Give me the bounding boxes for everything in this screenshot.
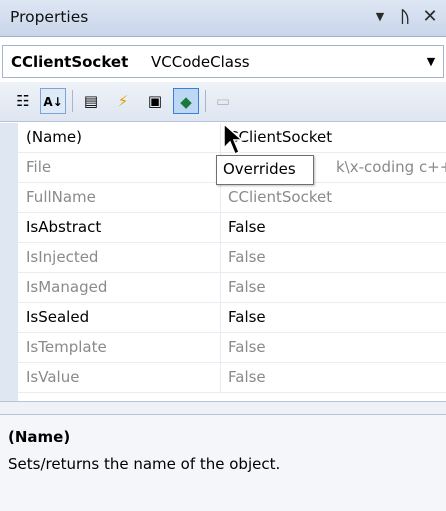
property-name: IsTemplate xyxy=(26,338,107,356)
alphabetical-icon[interactable]: A↓ xyxy=(40,88,66,114)
property-name: IsSealed xyxy=(26,308,90,326)
column-divider xyxy=(220,123,221,153)
grid-row-isabstract[interactable]: IsAbstract False xyxy=(18,213,446,243)
description-pane: (Name) Sets/returns the name of the obje… xyxy=(0,415,446,511)
property-name: File xyxy=(26,158,52,176)
pin-icon[interactable]: ᚢ xyxy=(395,6,415,28)
properties-titlebar: Properties ▼ ᚢ ✕ xyxy=(0,0,446,37)
property-name: FullName xyxy=(26,188,96,206)
property-value[interactable]: CClientSocket xyxy=(228,128,442,146)
object-selector[interactable]: CClientSocket VCCodeClass ▼ xyxy=(2,45,444,78)
property-name: IsAbstract xyxy=(26,218,102,236)
property-name: IsInjected xyxy=(26,248,99,266)
property-value[interactable]: False xyxy=(228,248,442,266)
property-value[interactable]: False xyxy=(228,308,442,326)
property-name: IsValue xyxy=(26,368,80,386)
object-name: CClientSocket xyxy=(11,53,129,71)
properties-icon[interactable]: ▤ xyxy=(78,88,104,114)
description-splitter[interactable] xyxy=(0,401,446,415)
description-title: (Name) xyxy=(8,428,71,446)
messages-icon[interactable]: ▣ xyxy=(142,88,168,114)
column-divider xyxy=(220,363,221,393)
property-value[interactable]: CClientSocket xyxy=(228,188,442,206)
column-divider xyxy=(220,273,221,303)
property-value[interactable]: False xyxy=(228,338,442,356)
column-divider xyxy=(220,183,221,213)
description-text: Sets/returns the name of the object. xyxy=(8,455,281,473)
property-name: (Name) xyxy=(26,128,82,146)
panel-title: Properties xyxy=(10,8,89,26)
grid-row-ismanaged[interactable]: IsManaged False xyxy=(18,273,446,303)
grid-row-isinjected[interactable]: IsInjected False xyxy=(18,243,446,273)
property-value[interactable]: False xyxy=(228,368,442,386)
grid-row-isvalue[interactable]: IsValue False xyxy=(18,363,446,393)
events-icon[interactable]: ⚡ xyxy=(110,88,136,114)
column-divider xyxy=(220,303,221,333)
chevron-down-icon[interactable]: ▼ xyxy=(370,6,390,28)
dropdown-arrow-icon[interactable]: ▼ xyxy=(423,53,439,71)
toolbar-separator xyxy=(72,90,73,112)
column-divider xyxy=(220,333,221,363)
overrides-icon[interactable]: ◆ xyxy=(173,88,199,114)
column-divider xyxy=(220,213,221,243)
object-type: VCCodeClass xyxy=(151,53,250,71)
property-value[interactable]: False xyxy=(228,218,442,236)
properties-toolbar: ☷ A↓ ▤ ⚡ ▣ ◆ ▭ xyxy=(0,82,446,122)
categorized-icon[interactable]: ☷ xyxy=(10,88,36,114)
column-divider xyxy=(220,243,221,273)
grid-row-issealed[interactable]: IsSealed False xyxy=(18,303,446,333)
toolbar-separator xyxy=(205,90,206,112)
mouse-cursor-icon xyxy=(223,122,244,156)
overrides-tooltip: Overrides xyxy=(216,155,314,185)
grid-gutter xyxy=(0,123,18,401)
close-icon[interactable]: ✕ xyxy=(420,6,440,28)
property-pages-icon[interactable]: ▭ xyxy=(210,88,236,114)
property-name: IsManaged xyxy=(26,278,108,296)
property-value[interactable]: k\x-coding c++ xyxy=(336,158,446,176)
property-value[interactable]: False xyxy=(228,278,442,296)
grid-row-istemplate[interactable]: IsTemplate False xyxy=(18,333,446,363)
grid-row-fullname[interactable]: FullName CClientSocket xyxy=(18,183,446,213)
